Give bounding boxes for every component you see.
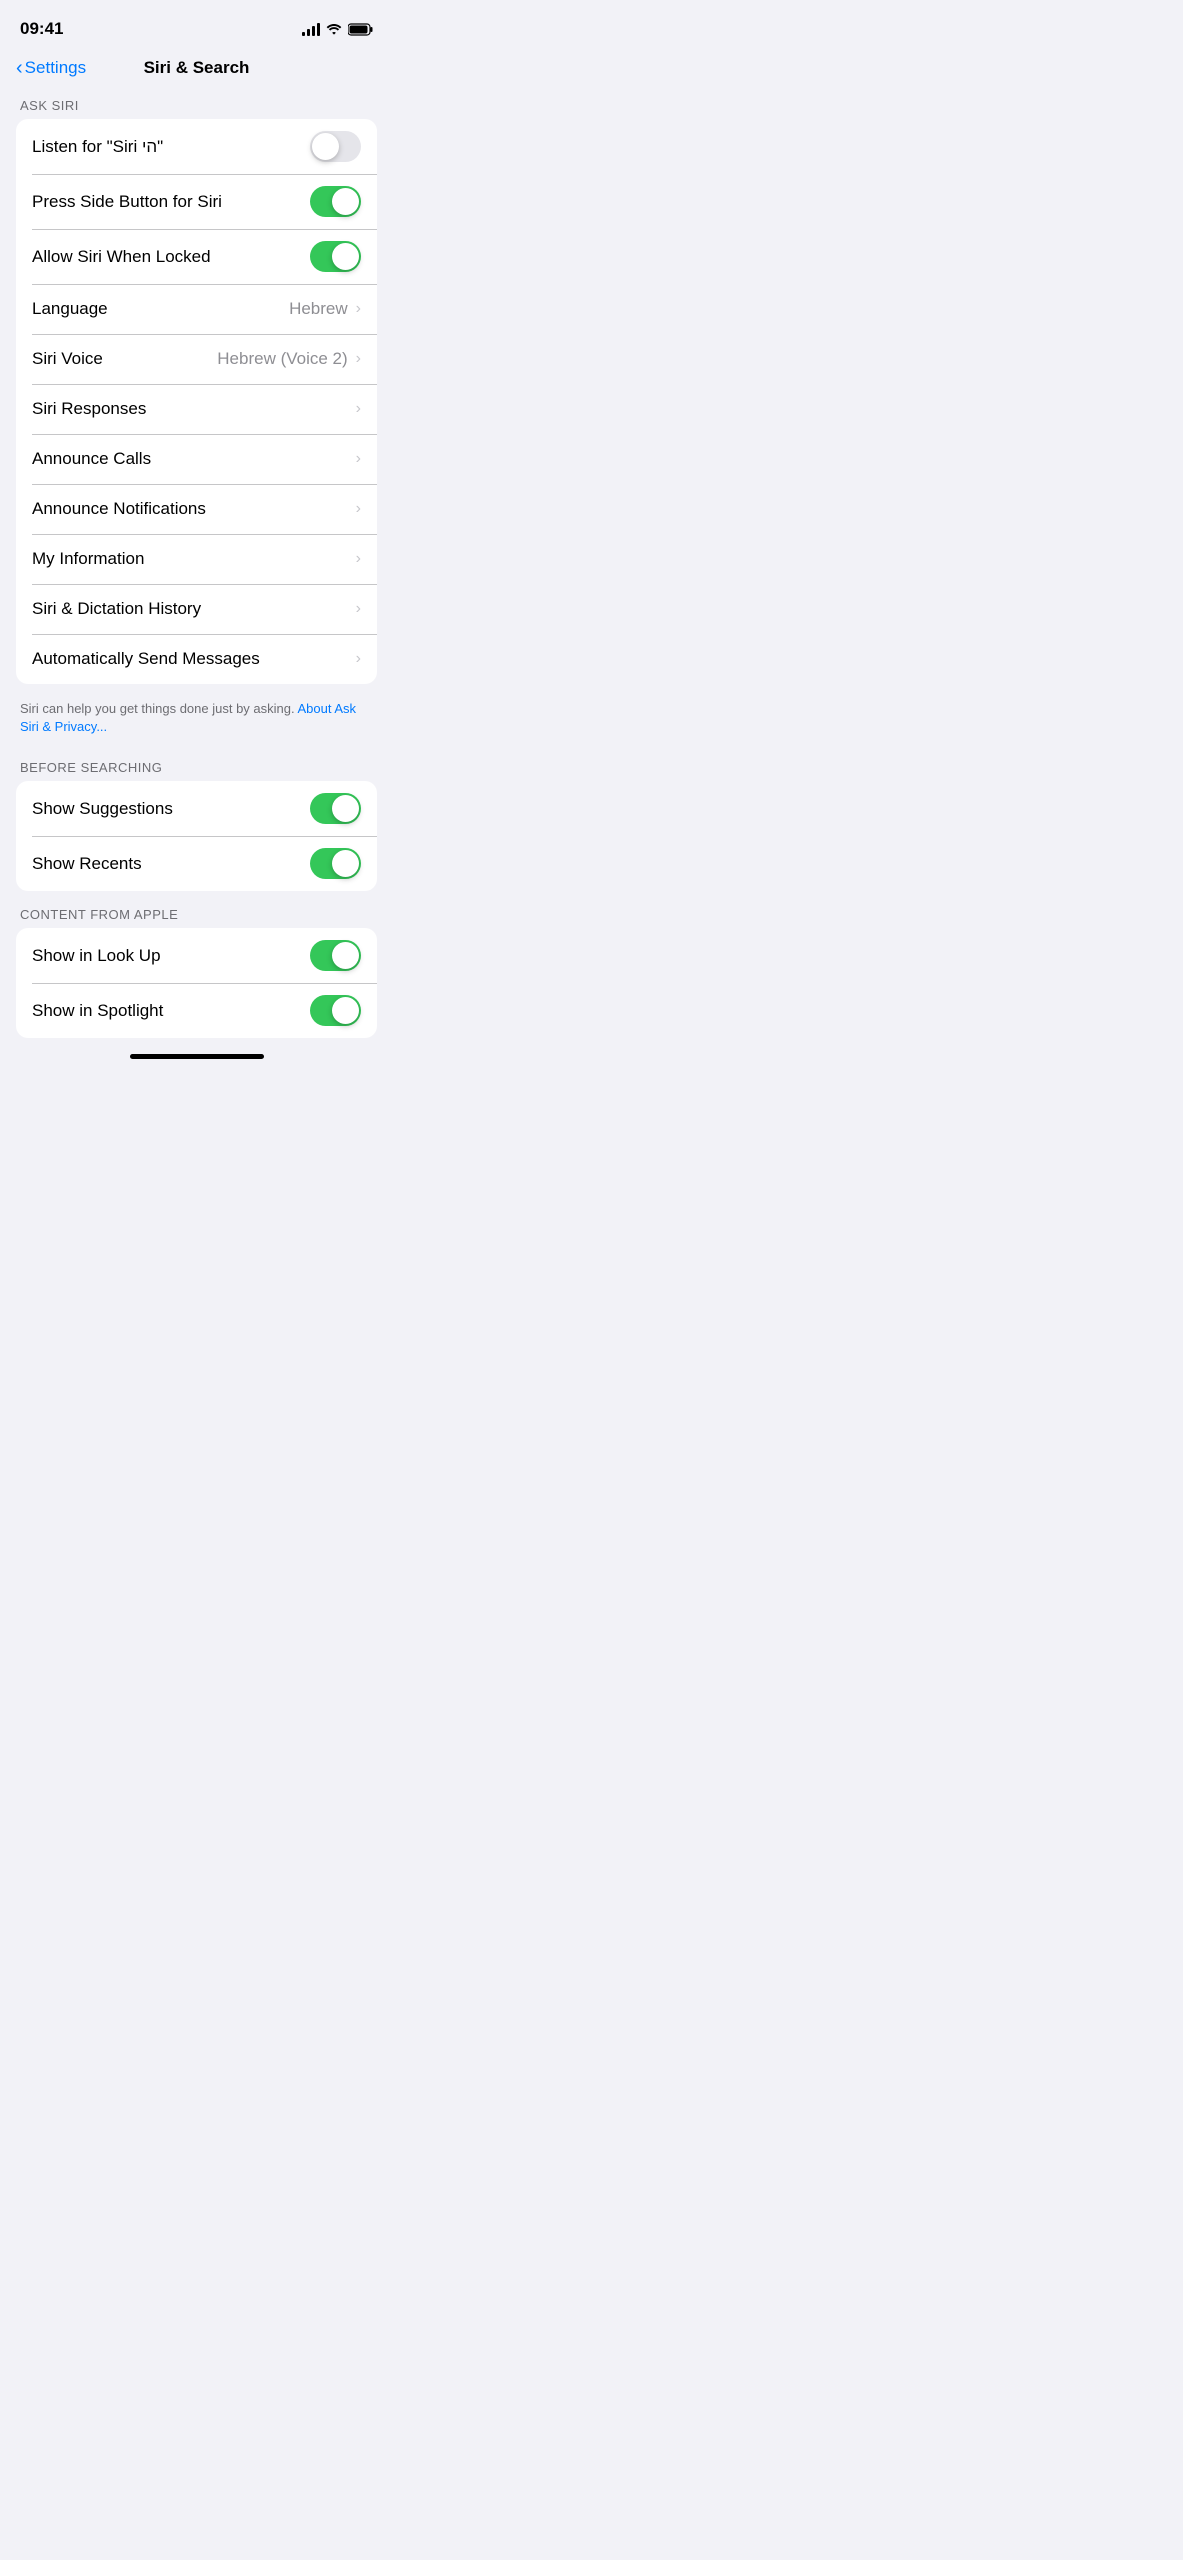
section-footer-ask-siri: Siri can help you get things done just b… xyxy=(0,692,393,752)
row-right-show-recents xyxy=(310,848,361,879)
toggle-listen-siri[interactable] xyxy=(310,131,361,162)
toggle-show-suggestions[interactable] xyxy=(310,793,361,824)
toggle-knob-allow-locked xyxy=(332,243,359,270)
row-right-siri-responses: › xyxy=(352,400,361,418)
chevron-icon-my-information: › xyxy=(356,550,361,568)
row-press-side[interactable]: Press Side Button for Siri xyxy=(16,174,377,229)
row-right-my-information: › xyxy=(352,550,361,568)
home-indicator-bar xyxy=(130,1054,264,1059)
row-right-listen-siri xyxy=(310,131,361,162)
row-label-listen-siri: Listen for "Siri הי" xyxy=(32,137,310,157)
row-right-announce-notifications: › xyxy=(352,500,361,518)
chevron-icon-announce-calls: › xyxy=(356,450,361,468)
chevron-icon-siri-dictation-history: › xyxy=(356,600,361,618)
section-card-content-from-apple: Show in Look Up Show in Spotlight xyxy=(16,928,377,1038)
toggle-show-in-spotlight[interactable] xyxy=(310,995,361,1026)
row-right-show-in-spotlight xyxy=(310,995,361,1026)
row-auto-send-messages[interactable]: Automatically Send Messages› xyxy=(16,634,377,684)
status-time: 09:41 xyxy=(20,19,63,39)
page-title: Siri & Search xyxy=(144,58,250,78)
row-allow-locked[interactable]: Allow Siri When Locked xyxy=(16,229,377,284)
toggle-show-recents[interactable] xyxy=(310,848,361,879)
status-icons xyxy=(302,22,373,36)
row-show-in-look-up[interactable]: Show in Look Up xyxy=(16,928,377,983)
chevron-icon-announce-notifications: › xyxy=(356,500,361,518)
row-language[interactable]: LanguageHebrew › xyxy=(16,284,377,334)
toggle-knob-show-suggestions xyxy=(332,795,359,822)
row-right-press-side xyxy=(310,186,361,217)
row-right-show-suggestions xyxy=(310,793,361,824)
toggle-knob-show-in-look-up xyxy=(332,942,359,969)
row-siri-voice[interactable]: Siri VoiceHebrew (Voice 2) › xyxy=(16,334,377,384)
row-siri-dictation-history[interactable]: Siri & Dictation History› xyxy=(16,584,377,634)
section-card-ask-siri: Listen for "Siri הי" Press Side Button fo… xyxy=(16,119,377,684)
toggle-press-side[interactable] xyxy=(310,186,361,217)
row-right-announce-calls: › xyxy=(352,450,361,468)
status-bar: 09:41 xyxy=(0,0,393,50)
back-chevron-icon: ‹ xyxy=(16,57,23,80)
row-right-allow-locked xyxy=(310,241,361,272)
row-right-siri-voice: Hebrew (Voice 2) › xyxy=(217,349,361,369)
chevron-icon-auto-send-messages: › xyxy=(356,650,361,668)
row-label-allow-locked: Allow Siri When Locked xyxy=(32,247,310,267)
section-header-ask-siri: ASK SIRI xyxy=(0,90,393,119)
row-siri-responses[interactable]: Siri Responses› xyxy=(16,384,377,434)
row-show-in-spotlight[interactable]: Show in Spotlight xyxy=(16,983,377,1038)
toggle-knob-press-side xyxy=(332,188,359,215)
row-label-siri-voice: Siri Voice xyxy=(32,349,217,369)
row-label-siri-dictation-history: Siri & Dictation History xyxy=(32,599,352,619)
wifi-icon xyxy=(326,23,342,35)
row-show-suggestions[interactable]: Show Suggestions xyxy=(16,781,377,836)
row-label-siri-responses: Siri Responses xyxy=(32,399,352,419)
row-label-auto-send-messages: Automatically Send Messages xyxy=(32,649,352,669)
row-label-show-in-spotlight: Show in Spotlight xyxy=(32,1001,310,1021)
row-show-recents[interactable]: Show Recents xyxy=(16,836,377,891)
section-footer-link-ask-siri[interactable]: About Ask Siri & Privacy... xyxy=(20,701,356,734)
row-label-press-side: Press Side Button for Siri xyxy=(32,192,310,212)
toggle-allow-locked[interactable] xyxy=(310,241,361,272)
row-right-auto-send-messages: › xyxy=(352,650,361,668)
row-label-announce-notifications: Announce Notifications xyxy=(32,499,352,519)
battery-icon xyxy=(348,23,373,36)
row-label-show-in-look-up: Show in Look Up xyxy=(32,946,310,966)
row-announce-notifications[interactable]: Announce Notifications› xyxy=(16,484,377,534)
row-label-announce-calls: Announce Calls xyxy=(32,449,352,469)
row-value-language: Hebrew xyxy=(289,299,348,319)
nav-bar: ‹ Settings Siri & Search xyxy=(0,50,393,90)
section-card-before-searching: Show Suggestions Show Recents xyxy=(16,781,377,891)
toggle-knob-show-recents xyxy=(332,850,359,877)
chevron-icon-siri-voice: › xyxy=(356,350,361,368)
toggle-show-in-look-up[interactable] xyxy=(310,940,361,971)
back-label: Settings xyxy=(25,58,86,78)
toggle-knob-show-in-spotlight xyxy=(332,997,359,1024)
row-right-siri-dictation-history: › xyxy=(352,600,361,618)
row-label-my-information: My Information xyxy=(32,549,352,569)
row-right-show-in-look-up xyxy=(310,940,361,971)
row-announce-calls[interactable]: Announce Calls› xyxy=(16,434,377,484)
chevron-icon-siri-responses: › xyxy=(356,400,361,418)
home-indicator xyxy=(0,1046,393,1063)
row-label-show-suggestions: Show Suggestions xyxy=(32,799,310,819)
section-header-before-searching: BEFORE SEARCHING xyxy=(0,752,393,781)
row-right-language: Hebrew › xyxy=(289,299,361,319)
chevron-icon-language: › xyxy=(356,300,361,318)
row-value-siri-voice: Hebrew (Voice 2) xyxy=(217,349,347,369)
back-button[interactable]: ‹ Settings xyxy=(16,57,86,80)
row-label-language: Language xyxy=(32,299,289,319)
row-my-information[interactable]: My Information› xyxy=(16,534,377,584)
signal-bars-icon xyxy=(302,22,320,36)
section-header-content-from-apple: CONTENT FROM APPLE xyxy=(0,899,393,928)
row-label-show-recents: Show Recents xyxy=(32,854,310,874)
row-listen-siri[interactable]: Listen for "Siri הי" xyxy=(16,119,377,174)
toggle-knob-listen-siri xyxy=(312,133,339,160)
